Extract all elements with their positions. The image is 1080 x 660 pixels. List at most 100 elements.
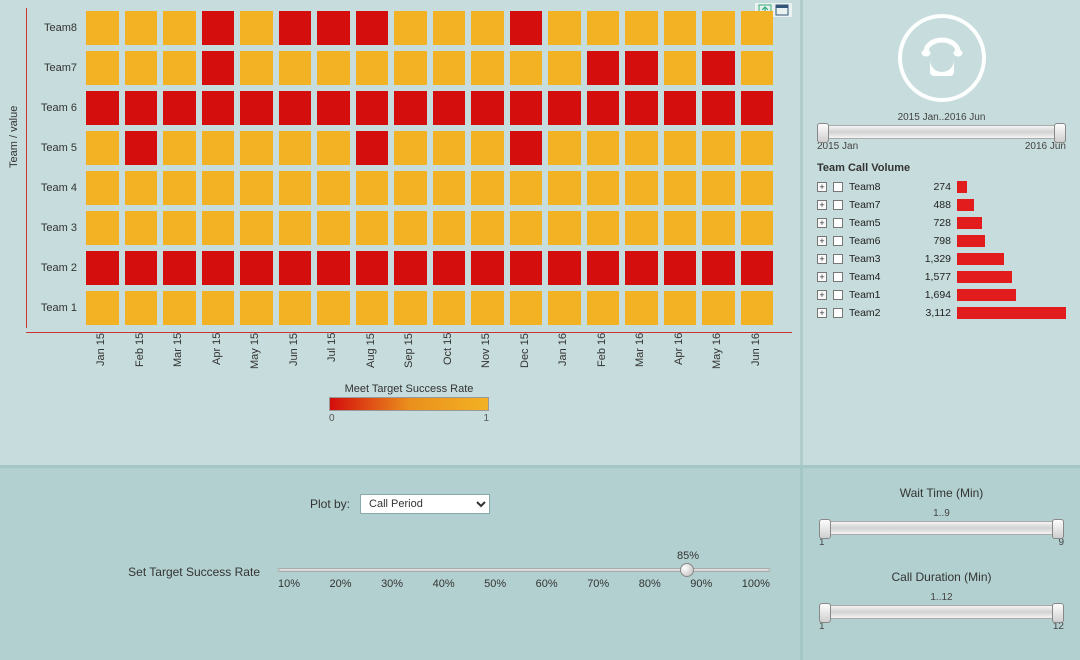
wait-time-slider[interactable] <box>819 521 1064 535</box>
heatmap-cell[interactable] <box>699 48 738 88</box>
heatmap-cell[interactable] <box>738 48 777 88</box>
heatmap-cell[interactable] <box>314 128 353 168</box>
heatmap-cell[interactable] <box>507 168 546 208</box>
heatmap-cell[interactable] <box>160 48 199 88</box>
call-duration-slider[interactable] <box>819 605 1064 619</box>
heatmap-cell[interactable] <box>545 248 584 288</box>
call-volume-bar[interactable] <box>957 307 1066 319</box>
heatmap-cell[interactable] <box>507 288 546 328</box>
heatmap-cell[interactable] <box>661 48 700 88</box>
heatmap-cell[interactable] <box>199 168 238 208</box>
heatmap-cell[interactable] <box>661 128 700 168</box>
team-checkbox[interactable] <box>833 182 843 192</box>
call-volume-bar[interactable] <box>957 235 985 247</box>
heatmap-cell[interactable] <box>622 248 661 288</box>
heatmap-cell[interactable] <box>545 48 584 88</box>
heatmap-cell[interactable] <box>83 208 122 248</box>
heatmap-cell[interactable] <box>276 168 315 208</box>
plot-by-select[interactable]: Call Period <box>360 494 490 514</box>
team-name[interactable]: Team5 <box>849 217 909 229</box>
heatmap-cell[interactable] <box>83 48 122 88</box>
heatmap-cell[interactable] <box>314 208 353 248</box>
heatmap-cell[interactable] <box>122 48 161 88</box>
heatmap-cell[interactable] <box>391 128 430 168</box>
heatmap-cell[interactable] <box>83 8 122 48</box>
heatmap-cell[interactable] <box>314 248 353 288</box>
team-name[interactable]: Team1 <box>849 289 909 301</box>
heatmap-cell[interactable] <box>276 208 315 248</box>
heatmap-cell[interactable] <box>661 8 700 48</box>
heatmap-cell[interactable] <box>314 8 353 48</box>
expand-icon[interactable]: + <box>817 254 827 264</box>
heatmap-cell[interactable] <box>353 168 392 208</box>
heatmap-cell[interactable] <box>237 208 276 248</box>
call-volume-bar[interactable] <box>957 253 1004 265</box>
team-name[interactable]: Team3 <box>849 253 909 265</box>
heatmap-cell[interactable] <box>160 248 199 288</box>
team-checkbox[interactable] <box>833 200 843 210</box>
call-volume-bar[interactable] <box>957 217 982 229</box>
heatmap-cell[interactable] <box>83 248 122 288</box>
heatmap-cell[interactable] <box>122 8 161 48</box>
heatmap-cell[interactable] <box>122 128 161 168</box>
heatmap-cell[interactable] <box>430 8 469 48</box>
heatmap-cell[interactable] <box>122 88 161 128</box>
heatmap-cell[interactable] <box>584 8 623 48</box>
heatmap-cell[interactable] <box>468 8 507 48</box>
heatmap-cell[interactable] <box>160 208 199 248</box>
heatmap-cell[interactable] <box>237 128 276 168</box>
heatmap-cell[interactable] <box>507 128 546 168</box>
heatmap-cell[interactable] <box>468 128 507 168</box>
heatmap-cell[interactable] <box>391 248 430 288</box>
heatmap-cell[interactable] <box>507 48 546 88</box>
heatmap-cell[interactable] <box>699 8 738 48</box>
heatmap-cell[interactable] <box>391 288 430 328</box>
heatmap-cell[interactable] <box>276 48 315 88</box>
heatmap-cell[interactable] <box>699 288 738 328</box>
heatmap-cell[interactable] <box>622 48 661 88</box>
heatmap-cell[interactable] <box>430 288 469 328</box>
expand-icon[interactable]: + <box>817 218 827 228</box>
heatmap-cell[interactable] <box>507 8 546 48</box>
heatmap-cell[interactable] <box>237 88 276 128</box>
heatmap-cell[interactable] <box>661 168 700 208</box>
heatmap-cell[interactable] <box>160 168 199 208</box>
call-volume-bar[interactable] <box>957 199 974 211</box>
heatmap-cell[interactable] <box>545 88 584 128</box>
heatmap-cell[interactable] <box>237 48 276 88</box>
heatmap-cell[interactable] <box>738 128 777 168</box>
expand-icon[interactable]: + <box>817 290 827 300</box>
time-range-handle-max[interactable] <box>1054 123 1066 143</box>
heatmap-cell[interactable] <box>122 248 161 288</box>
heatmap-cell[interactable] <box>83 128 122 168</box>
heatmap-cell[interactable] <box>122 168 161 208</box>
heatmap-cell[interactable] <box>430 48 469 88</box>
call-duration-handle-min[interactable] <box>819 603 831 623</box>
heatmap-cell[interactable] <box>237 168 276 208</box>
heatmap-cell[interactable] <box>430 208 469 248</box>
heatmap-cell[interactable] <box>430 248 469 288</box>
heatmap-cell[interactable] <box>699 168 738 208</box>
heatmap-cell[interactable] <box>237 248 276 288</box>
heatmap-cell[interactable] <box>353 48 392 88</box>
heatmap-cell[interactable] <box>584 208 623 248</box>
time-range-handle-min[interactable] <box>817 123 829 143</box>
heatmap-cell[interactable] <box>661 88 700 128</box>
heatmap-cell[interactable] <box>699 88 738 128</box>
heatmap-cell[interactable] <box>430 128 469 168</box>
heatmap-cell[interactable] <box>276 8 315 48</box>
heatmap-cell[interactable] <box>468 88 507 128</box>
heatmap-cell[interactable] <box>738 248 777 288</box>
heatmap-cell[interactable] <box>661 208 700 248</box>
heatmap-cell[interactable] <box>314 288 353 328</box>
expand-icon[interactable]: + <box>817 272 827 282</box>
heatmap-cell[interactable] <box>622 288 661 328</box>
team-checkbox[interactable] <box>833 254 843 264</box>
heatmap-cell[interactable] <box>545 128 584 168</box>
heatmap-cell[interactable] <box>199 8 238 48</box>
heatmap-cell[interactable] <box>276 128 315 168</box>
heatmap-cell[interactable] <box>199 288 238 328</box>
team-name[interactable]: Team2 <box>849 307 909 319</box>
heatmap-cell[interactable] <box>276 288 315 328</box>
heatmap-cell[interactable] <box>83 288 122 328</box>
